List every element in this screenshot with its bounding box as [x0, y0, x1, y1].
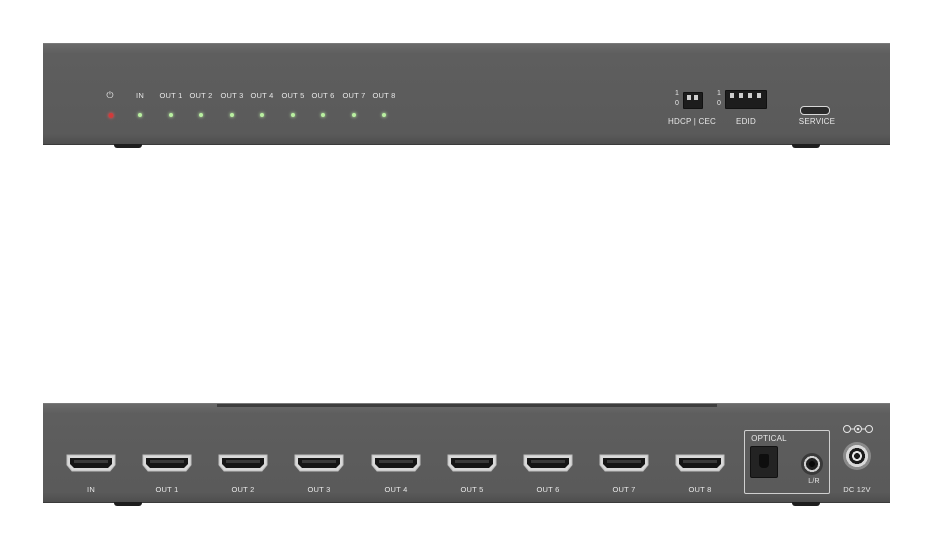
led-out5 — [291, 113, 295, 117]
rear-panel: IN OUT 1 OUT 2 OUT 3 OUT 4 OUT 5 OUT 6 O… — [43, 403, 890, 502]
port-label-out3: OUT 3 — [307, 485, 331, 494]
indicator-label-out6: OUT 6 — [311, 91, 335, 100]
hdmi-port-out7[interactable] — [599, 454, 649, 472]
hdmi-port-out1[interactable] — [142, 454, 192, 472]
dip-hdcp-bottom-num: 0 — [675, 100, 679, 107]
indicator-label-out7: OUT 7 — [342, 91, 366, 100]
indicator-label-out8: OUT 8 — [372, 91, 396, 100]
hdmi-port-out5[interactable] — [447, 454, 497, 472]
led-out4 — [260, 113, 264, 117]
led-out8 — [382, 113, 386, 117]
dc-power-jack[interactable] — [843, 442, 871, 470]
front-groove — [348, 141, 586, 143]
dip-switch-edid[interactable] — [725, 90, 767, 109]
indicator-label-out5: OUT 5 — [281, 91, 305, 100]
hdmi-port-out3[interactable] — [294, 454, 344, 472]
port-label-out1: OUT 1 — [155, 485, 179, 494]
lr-audio-jack[interactable] — [801, 453, 823, 475]
led-out1 — [169, 113, 173, 117]
service-port[interactable] — [800, 106, 830, 115]
rear-foot-right — [792, 502, 820, 506]
port-label-out8: OUT 8 — [688, 485, 712, 494]
port-label-out6: OUT 6 — [536, 485, 560, 494]
dip-hdcp-label: HDCP | CEC — [668, 117, 716, 126]
hdmi-port-out4[interactable] — [371, 454, 421, 472]
port-label-in: IN — [87, 485, 95, 494]
dip-switch-hdcp-cec[interactable] — [683, 92, 703, 109]
service-label: SERVICE — [798, 117, 836, 126]
indicator-label-out1: OUT 1 — [159, 91, 183, 100]
hdmi-port-out2[interactable] — [218, 454, 268, 472]
optical-label: OPTICAL — [751, 434, 787, 443]
led-out2 — [199, 113, 203, 117]
dip-edid-bottom-num: 0 — [717, 100, 721, 107]
hdmi-port-out8[interactable] — [675, 454, 725, 472]
port-label-out7: OUT 7 — [612, 485, 636, 494]
dip-edid-top-num: 1 — [717, 90, 721, 97]
port-label-out5: OUT 5 — [460, 485, 484, 494]
power-led — [108, 113, 114, 118]
led-out6 — [321, 113, 325, 117]
led-out3 — [230, 113, 234, 117]
dip-edid-label: EDID — [736, 117, 756, 126]
hdmi-port-out6[interactable] — [523, 454, 573, 472]
rear-foot-left — [114, 502, 142, 506]
hdmi-port-in[interactable] — [66, 454, 116, 472]
lr-label: L/R — [808, 478, 820, 485]
dip-hdcp-top-num: 1 — [675, 90, 679, 97]
port-label-out4: OUT 4 — [384, 485, 408, 494]
dc-label: DC 12V — [843, 485, 871, 494]
rear-groove — [217, 404, 717, 407]
power-icon: ⏻ — [106, 90, 114, 100]
indicator-label-out2: OUT 2 — [189, 91, 213, 100]
indicator-label-out3: OUT 3 — [220, 91, 244, 100]
front-foot-left — [114, 144, 142, 148]
port-label-out2: OUT 2 — [231, 485, 255, 494]
front-foot-right — [792, 144, 820, 148]
dc-polarity-icon — [843, 425, 873, 433]
front-panel: ⏻ IN OUT 1 OUT 2 OUT 3 OUT 4 OUT 5 OUT 6… — [43, 43, 890, 144]
optical-port[interactable] — [750, 446, 778, 478]
led-out7 — [352, 113, 356, 117]
led-in — [138, 113, 142, 117]
indicator-label-in: IN — [136, 91, 144, 100]
indicator-label-out4: OUT 4 — [250, 91, 274, 100]
